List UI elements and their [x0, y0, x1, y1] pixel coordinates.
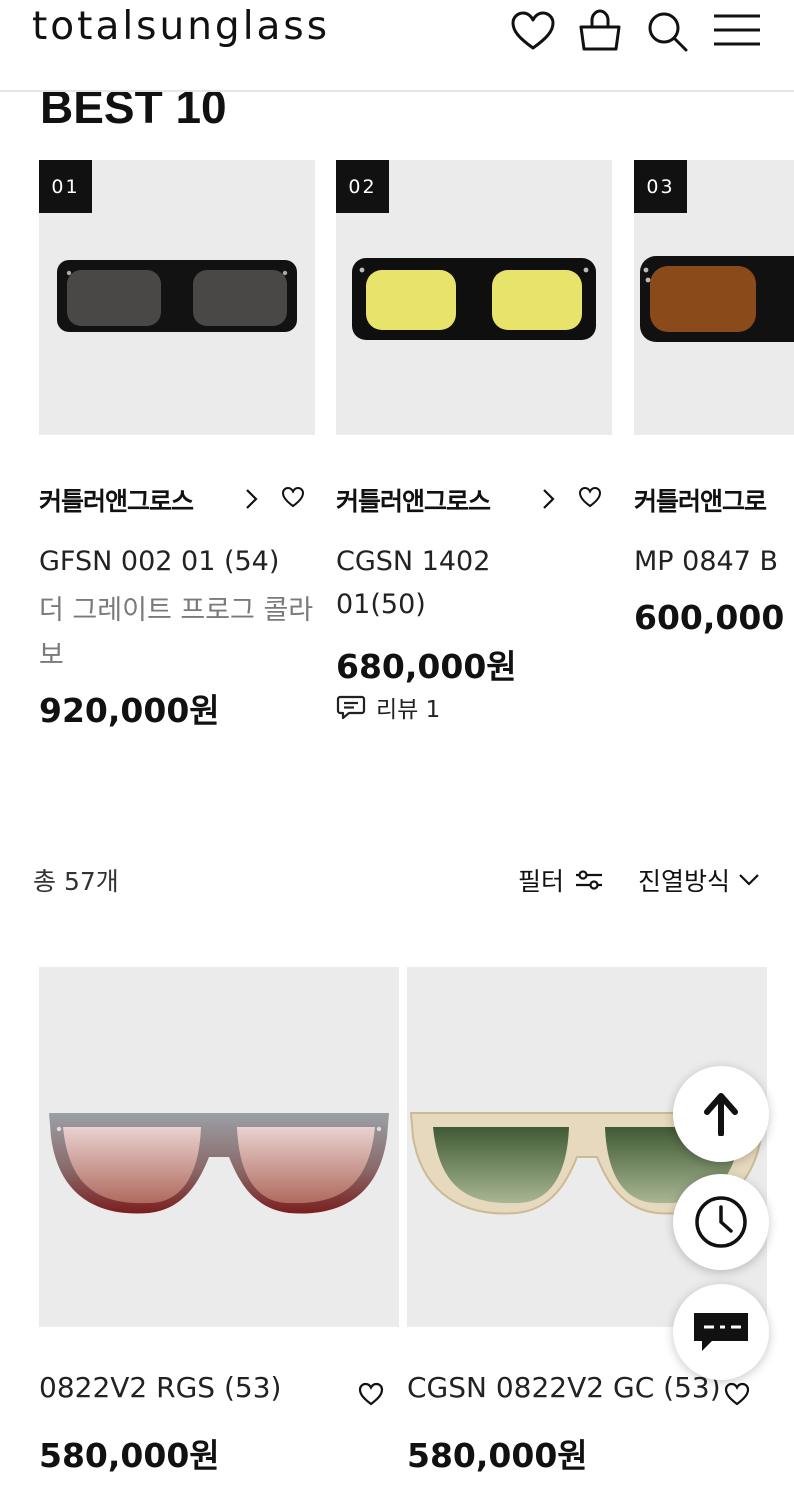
wishlist-heart-icon[interactable] [281, 486, 305, 508]
review-count[interactable]: 리뷰 1 [336, 690, 440, 724]
arrow-up-icon [704, 1093, 738, 1136]
brand-link[interactable]: 커틀러앤그로스 [39, 487, 194, 516]
chevron-right-icon[interactable] [542, 488, 556, 510]
rank-badge: 02 [336, 160, 389, 213]
product-name[interactable]: MP 0847 B [634, 540, 794, 584]
menu-icon[interactable] [712, 8, 762, 56]
clock-icon [695, 1196, 747, 1248]
product-price: 580,000원 [39, 1436, 220, 1475]
filter-button[interactable]: 필터 [518, 862, 604, 898]
product-name[interactable]: GFSN 002 01 (54) [39, 540, 319, 584]
site-header: totalsunglass [0, 0, 794, 92]
product-name[interactable]: CGSN 1402 [336, 540, 616, 584]
chevron-down-icon [739, 874, 759, 886]
brand-link[interactable]: 커틀러앤그로스 [336, 487, 491, 516]
wishlist-heart-icon[interactable] [357, 1381, 385, 1407]
product-name-line2[interactable]: 01(50) [336, 583, 616, 627]
recent-viewed-button[interactable] [673, 1174, 769, 1270]
chat-button[interactable] [673, 1284, 769, 1380]
product-image[interactable] [39, 967, 399, 1327]
product-count: 총 57개 [33, 867, 119, 896]
wishlist-heart-icon[interactable] [578, 486, 602, 508]
product-price: 680,000원 [336, 647, 517, 686]
heart-icon[interactable] [509, 8, 557, 56]
filter-sliders-icon [576, 870, 603, 890]
scroll-top-button[interactable] [673, 1066, 769, 1162]
chat-icon [694, 1313, 748, 1351]
product-price: 580,000원 [407, 1436, 588, 1475]
shopping-bag-icon[interactable] [576, 8, 624, 56]
sunglasses-image [49, 1113, 389, 1214]
best-item-3[interactable]: 03 커틀러앤그로 MP 0847 B 600,000 [634, 160, 794, 660]
product-description: 더 그레이트 프로그 콜라보 [39, 595, 314, 671]
product-image[interactable]: 02 [336, 160, 612, 435]
review-label: 리뷰 1 [376, 697, 441, 723]
product-price: 920,000원 [39, 691, 220, 730]
product-image[interactable]: 03 [634, 160, 794, 435]
comment-icon [336, 695, 366, 720]
sort-dropdown[interactable]: 진열방식 [638, 862, 760, 898]
product-name[interactable]: CGSN 0822V2 GC (53) [407, 1371, 721, 1404]
brand-link[interactable]: 커틀러앤그로 [634, 487, 767, 516]
product-card-1[interactable]: 0822V2 RGS (53) 580,000원 [39, 967, 399, 1475]
filter-label: 필터 [518, 867, 565, 896]
rank-badge: 01 [39, 160, 92, 213]
site-logo[interactable]: totalsunglass [32, 4, 330, 49]
wishlist-heart-icon[interactable] [723, 1381, 751, 1407]
chevron-right-icon[interactable] [245, 488, 259, 510]
product-image[interactable]: 01 [39, 160, 315, 435]
rank-badge: 03 [634, 160, 687, 213]
search-icon[interactable] [644, 8, 692, 56]
sort-label: 진열방식 [638, 867, 731, 896]
product-price: 600,000 [634, 598, 785, 637]
product-name[interactable]: 0822V2 RGS (53) [39, 1371, 281, 1404]
